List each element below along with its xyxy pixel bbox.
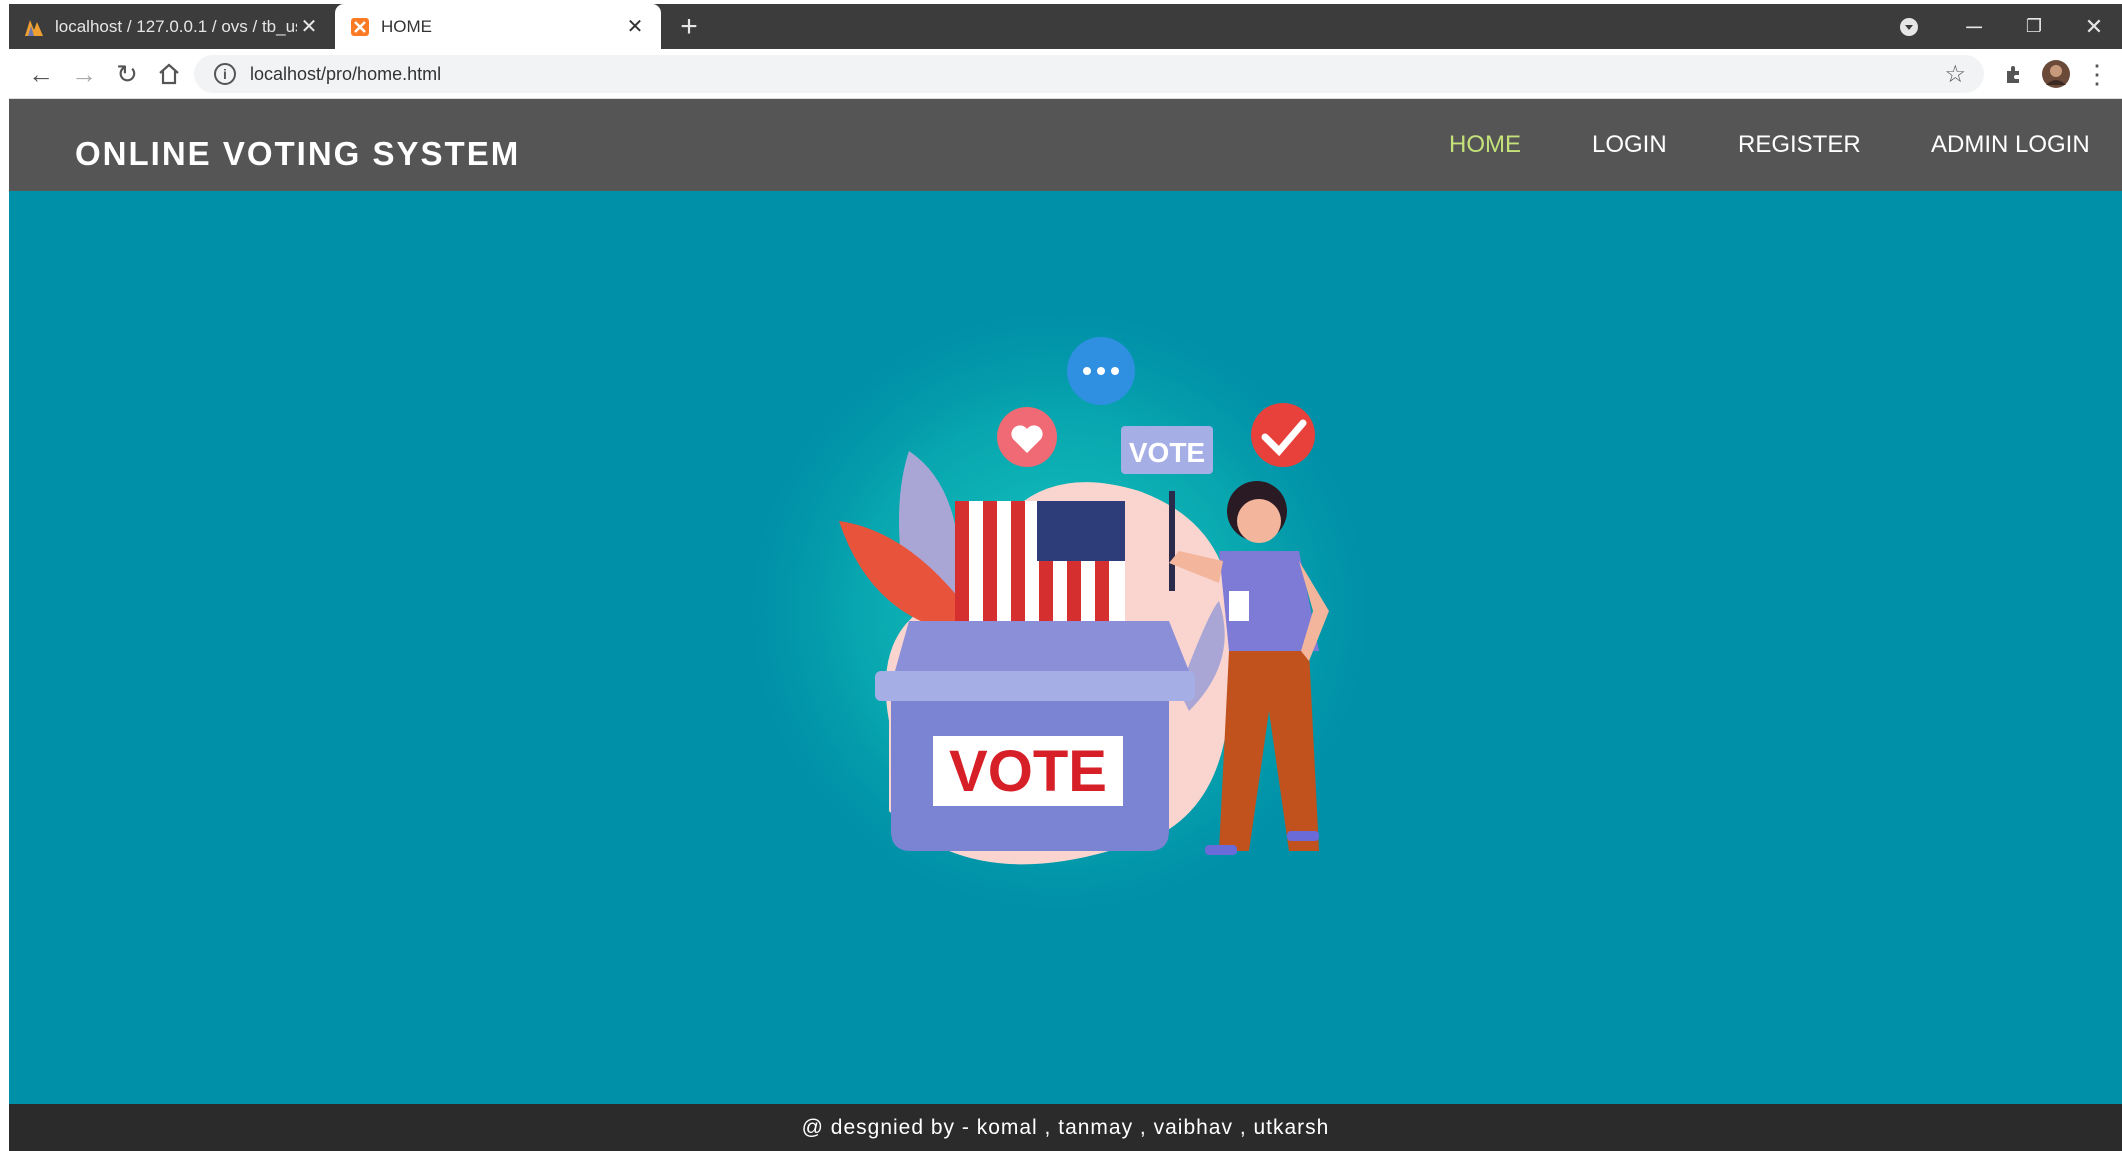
info-icon[interactable]: i bbox=[214, 63, 236, 85]
nav-login[interactable]: LOGIN bbox=[1592, 131, 1667, 159]
more-menu-icon[interactable]: ⋮ bbox=[2077, 49, 2117, 99]
restore-icon[interactable]: ❐ bbox=[2009, 4, 2059, 49]
tab-title: HOME bbox=[381, 16, 432, 36]
sign-label: VOTE bbox=[1129, 437, 1205, 468]
xampp-icon bbox=[349, 16, 371, 38]
back-arrow-icon[interactable]: ← bbox=[21, 49, 61, 99]
nav-register[interactable]: REGISTER bbox=[1738, 131, 1861, 159]
footer-credit: @ desgnied by - komal , tanmay , vaibhav… bbox=[801, 1115, 1330, 1139]
heart-icon bbox=[997, 407, 1057, 467]
hero-section: VOTE VOTE bbox=[9, 191, 2122, 1104]
chat-bubble-icon bbox=[1067, 337, 1135, 405]
reload-icon[interactable]: ↻ bbox=[107, 49, 147, 99]
tab-home[interactable]: HOME ✕ bbox=[335, 4, 661, 49]
avatar[interactable] bbox=[2036, 49, 2076, 99]
home-icon[interactable] bbox=[149, 49, 189, 99]
nav-home[interactable]: HOME bbox=[1449, 131, 1521, 159]
bookmark-star-icon[interactable]: ☆ bbox=[1944, 60, 1966, 89]
extensions-icon[interactable] bbox=[1994, 49, 2034, 99]
site-footer: @ desgnied by - komal , tanmay , vaibhav… bbox=[9, 1104, 2122, 1151]
browser-toolbar: ← → ↻ i localhost/pro/home.html ☆ ⋮ bbox=[9, 49, 2122, 99]
minimize-icon[interactable]: ─ bbox=[1949, 4, 1999, 49]
close-icon[interactable]: ✕ bbox=[623, 14, 647, 39]
vote-illustration: VOTE VOTE bbox=[719, 281, 1399, 941]
nav-admin-login[interactable]: ADMIN LOGIN bbox=[1931, 131, 2090, 159]
tab-strip: localhost / 127.0.0.1 / ovs / tb_us ✕ HO… bbox=[9, 4, 2122, 49]
new-tab-button[interactable]: + bbox=[669, 4, 709, 49]
address-bar[interactable]: i localhost/pro/home.html ☆ bbox=[194, 55, 1984, 93]
check-icon bbox=[1251, 403, 1315, 467]
url-text: localhost/pro/home.html bbox=[250, 63, 442, 84]
close-icon[interactable]: ✕ bbox=[297, 14, 321, 39]
site-brand: ONLINE VOTING SYSTEM bbox=[75, 135, 521, 172]
ballot-box bbox=[875, 621, 1195, 851]
phpmyadmin-icon bbox=[23, 16, 45, 38]
site-header: ONLINE VOTING SYSTEM HOME LOGIN REGISTER… bbox=[9, 99, 2122, 191]
tab-title: localhost / 127.0.0.1 / ovs / tb_us bbox=[55, 16, 297, 36]
tab-phpmyadmin[interactable]: localhost / 127.0.0.1 / ovs / tb_us ✕ bbox=[9, 4, 335, 49]
profile-menu-icon[interactable] bbox=[1889, 4, 1929, 49]
browser-window: localhost / 127.0.0.1 / ovs / tb_us ✕ HO… bbox=[9, 4, 2122, 1151]
forward-arrow-icon[interactable]: → bbox=[64, 49, 104, 99]
close-window-icon[interactable]: ✕ bbox=[2069, 4, 2119, 49]
ballot-box-label: VOTE bbox=[949, 739, 1107, 804]
